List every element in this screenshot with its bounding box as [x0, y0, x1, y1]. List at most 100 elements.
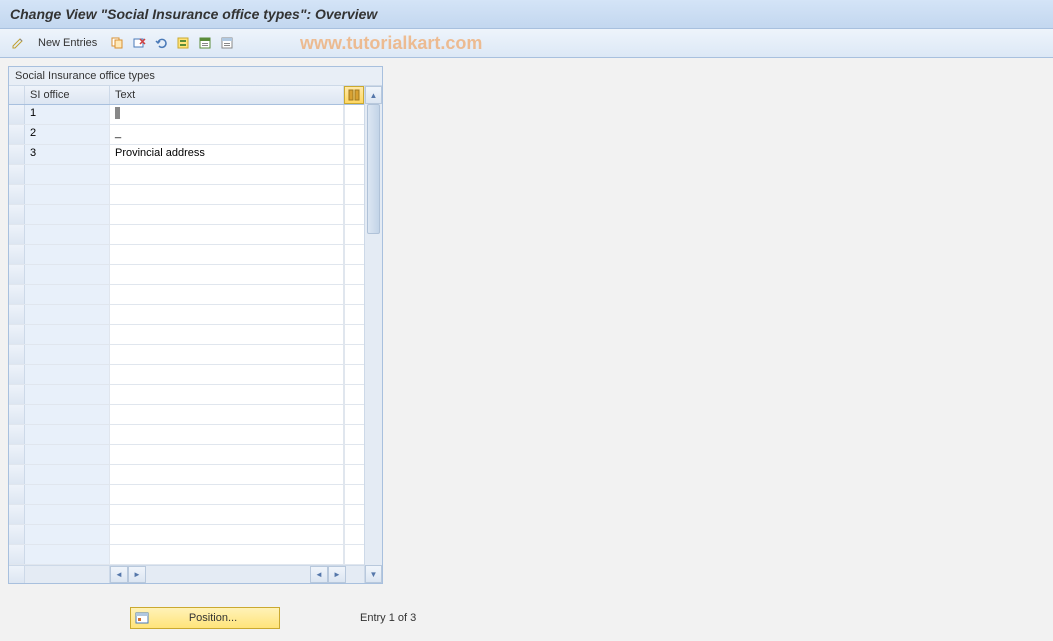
cell-text[interactable]: _: [110, 125, 344, 144]
cell-si-office[interactable]: [25, 285, 110, 304]
cell-text[interactable]: [110, 105, 344, 124]
hscroll-track[interactable]: [146, 566, 310, 583]
cell-si-office[interactable]: [25, 425, 110, 444]
row-selector[interactable]: [9, 485, 25, 504]
cell-text[interactable]: [110, 225, 344, 244]
row-selector-header[interactable]: [9, 86, 25, 104]
cell-text[interactable]: [110, 325, 344, 344]
pencil-icon[interactable]: [8, 33, 28, 53]
scroll-left-icon[interactable]: ◄: [110, 566, 128, 583]
cell-si-office[interactable]: [25, 225, 110, 244]
row-selector[interactable]: [9, 465, 25, 484]
cell-si-office[interactable]: [25, 205, 110, 224]
cell-si-office[interactable]: [25, 385, 110, 404]
row-selector[interactable]: [9, 445, 25, 464]
cell-text[interactable]: [110, 425, 344, 444]
cell-text[interactable]: [110, 205, 344, 224]
row-selector[interactable]: [9, 325, 25, 344]
cell-si-office[interactable]: [25, 465, 110, 484]
vscroll-track[interactable]: [365, 104, 382, 565]
row-selector[interactable]: [9, 525, 25, 544]
cell-text[interactable]: Provincial address: [110, 145, 344, 164]
scroll-right-begin-icon[interactable]: ►: [128, 566, 146, 583]
cell-text[interactable]: [110, 485, 344, 504]
cell-si-office[interactable]: [25, 485, 110, 504]
cell-si-office[interactable]: [25, 545, 110, 564]
row-selector[interactable]: [9, 305, 25, 324]
table-title: Social Insurance office types: [9, 67, 382, 86]
cell-si-office[interactable]: [25, 365, 110, 384]
watermark-text: www.tutorialkart.com: [300, 33, 482, 54]
cell-text[interactable]: [110, 525, 344, 544]
row-selector[interactable]: [9, 185, 25, 204]
table-main: SI office Text 12_3Provincial address ◄ …: [9, 86, 364, 583]
row-selector[interactable]: [9, 105, 25, 124]
row-selector[interactable]: [9, 245, 25, 264]
scroll-up-icon[interactable]: ▲: [365, 86, 382, 104]
row-selector[interactable]: [9, 345, 25, 364]
table-row: 1: [9, 105, 364, 125]
row-selector[interactable]: [9, 225, 25, 244]
scroll-right-icon[interactable]: ►: [328, 566, 346, 583]
cell-si-office[interactable]: [25, 345, 110, 364]
cell-si-office[interactable]: [25, 325, 110, 344]
cell-text[interactable]: [110, 385, 344, 404]
cell-text[interactable]: [110, 365, 344, 384]
row-selector[interactable]: [9, 165, 25, 184]
select-block-icon[interactable]: [195, 33, 215, 53]
deselect-all-icon[interactable]: [217, 33, 237, 53]
vscroll-thumb[interactable]: [367, 104, 380, 234]
cell-si-office[interactable]: [25, 245, 110, 264]
row-selector[interactable]: [9, 545, 25, 564]
column-header-si-office[interactable]: SI office: [25, 86, 110, 104]
cell-text[interactable]: [110, 545, 344, 564]
undo-icon[interactable]: [151, 33, 171, 53]
copy-icon[interactable]: [107, 33, 127, 53]
delete-icon[interactable]: [129, 33, 149, 53]
cell-si-office[interactable]: [25, 305, 110, 324]
cell-text[interactable]: [110, 465, 344, 484]
cell-si-office[interactable]: 2: [25, 125, 110, 144]
vertical-scrollbar: ▲ ▼: [364, 86, 382, 583]
row-selector[interactable]: [9, 285, 25, 304]
position-button-label: Position...: [155, 612, 271, 624]
cell-si-office[interactable]: [25, 185, 110, 204]
cell-si-office[interactable]: 1: [25, 105, 110, 124]
row-selector[interactable]: [9, 125, 25, 144]
row-selector[interactable]: [9, 385, 25, 404]
cell-text[interactable]: [110, 305, 344, 324]
row-selector[interactable]: [9, 365, 25, 384]
cell-text[interactable]: [110, 285, 344, 304]
cell-si-office[interactable]: [25, 505, 110, 524]
cell-si-office[interactable]: [25, 445, 110, 464]
cell-text[interactable]: [110, 245, 344, 264]
position-button[interactable]: Position...: [130, 607, 280, 629]
configure-columns-icon[interactable]: [344, 86, 364, 104]
title-bar: Change View "Social Insurance office typ…: [0, 0, 1053, 29]
cell-si-office[interactable]: 3: [25, 145, 110, 164]
cell-text[interactable]: [110, 165, 344, 184]
table-body: 12_3Provincial address: [9, 105, 364, 565]
row-selector[interactable]: [9, 425, 25, 444]
row-selector[interactable]: [9, 265, 25, 284]
cell-si-office[interactable]: [25, 405, 110, 424]
cell-si-office[interactable]: [25, 525, 110, 544]
cell-text[interactable]: [110, 405, 344, 424]
cell-text[interactable]: [110, 185, 344, 204]
row-selector[interactable]: [9, 405, 25, 424]
cell-si-office[interactable]: [25, 165, 110, 184]
column-header-text[interactable]: Text: [110, 86, 344, 104]
cell-text[interactable]: [110, 345, 344, 364]
select-all-icon[interactable]: [173, 33, 193, 53]
row-selector[interactable]: [9, 505, 25, 524]
cell-text[interactable]: [110, 445, 344, 464]
new-entries-button[interactable]: New Entries: [30, 35, 105, 51]
scroll-down-icon[interactable]: ▼: [365, 565, 382, 583]
row-selector[interactable]: [9, 145, 25, 164]
row-selector[interactable]: [9, 205, 25, 224]
cell-text[interactable]: [110, 265, 344, 284]
table-row: [9, 405, 364, 425]
cell-text[interactable]: [110, 505, 344, 524]
scroll-left-end-icon[interactable]: ◄: [310, 566, 328, 583]
cell-si-office[interactable]: [25, 265, 110, 284]
